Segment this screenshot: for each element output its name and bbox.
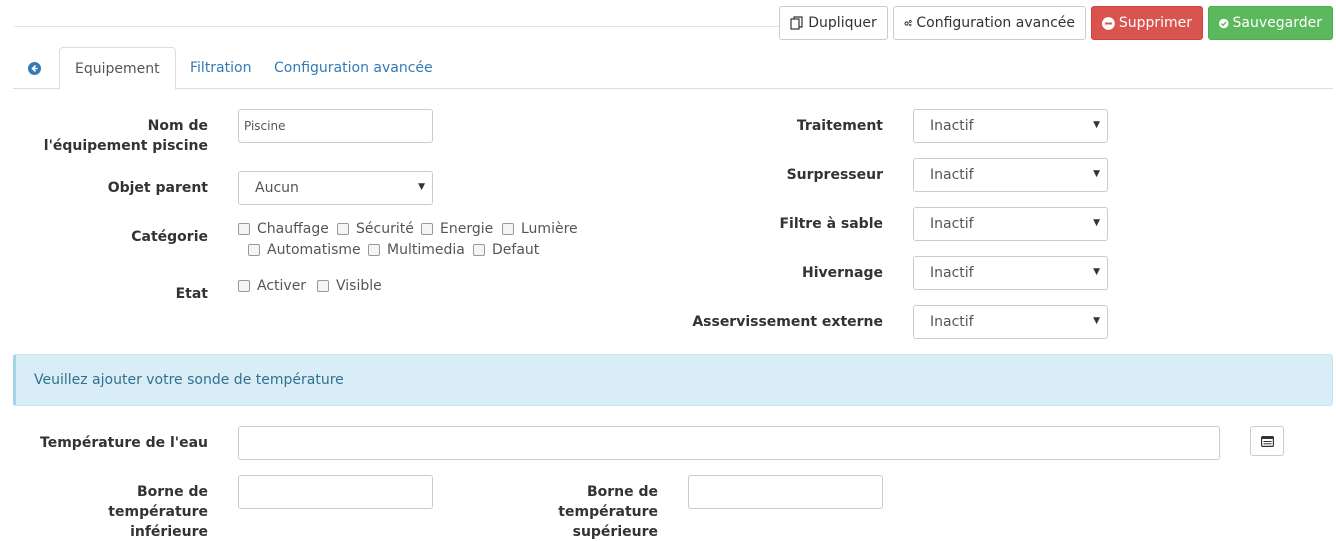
parent-select[interactable]: Aucun ▼ [238, 171, 433, 205]
checkbox-label: Automatisme [267, 242, 361, 258]
option-value: Inactif [930, 216, 974, 232]
option-select-asservissement[interactable]: Inactif ▼ [913, 305, 1108, 339]
tab-bar: Equipement Filtration Configuration avan… [13, 47, 1333, 90]
checkbox[interactable] [248, 244, 260, 256]
caret-down-icon: ▼ [1093, 267, 1100, 277]
name-label: Nom de l'équipement piscine [43, 118, 208, 154]
checkbox-label: Chauffage [257, 221, 329, 237]
checkbox[interactable] [317, 280, 329, 292]
tab-advanced-config-label: Configuration avancée [274, 60, 433, 76]
category-label: Catégorie [131, 229, 208, 245]
delete-button[interactable]: Supprimer [1091, 6, 1203, 40]
option-select-filtre[interactable]: Inactif ▼ [913, 207, 1108, 241]
list-alt-icon [1260, 435, 1274, 447]
option-label-surpresseur: Surpresseur [786, 167, 883, 183]
checkbox[interactable] [368, 244, 380, 256]
option-select-hivernage[interactable]: Inactif ▼ [913, 256, 1108, 290]
tab-equipement[interactable]: Equipement [59, 47, 176, 90]
option-select-traitement[interactable]: Inactif ▼ [913, 109, 1108, 143]
option-label-traitement: Traitement [796, 118, 883, 134]
checkbox-label: Activer [257, 278, 307, 294]
checkbox[interactable] [473, 244, 485, 256]
checkbox-label: Energie [440, 221, 494, 237]
tab-equipement-label: Equipement [75, 60, 160, 77]
back-tab[interactable] [28, 47, 41, 89]
caret-down-icon: ▼ [1093, 120, 1100, 130]
option-select-surpresseur[interactable]: Inactif ▼ [913, 158, 1108, 192]
checkbox[interactable] [421, 223, 433, 235]
water-temperature-label: Température de l'eau [40, 435, 208, 451]
option-label-hivernage: Hivernage [802, 265, 883, 281]
water-temperature-input[interactable] [238, 426, 1220, 460]
checkbox-label: Lumière [521, 221, 578, 237]
copy-icon [790, 16, 803, 30]
option-label-asservissement: Asservissement externe [692, 314, 883, 330]
arrow-circle-left-icon [28, 61, 41, 75]
advanced-config-label: Configuration avancée [916, 15, 1075, 31]
select-command-button[interactable] [1250, 426, 1284, 456]
lower-bound-label: Borne de température inférieure [108, 484, 208, 540]
state-checkbox-activer[interactable]: Activer [238, 278, 306, 294]
category-checkbox-multimedia[interactable]: Multimedia [368, 242, 465, 258]
checkbox-label: Defaut [492, 242, 540, 258]
tab-filtration[interactable]: Filtration [190, 47, 251, 89]
category-checkbox-lumiere[interactable]: Lumière [502, 221, 578, 237]
checkbox[interactable] [502, 223, 514, 235]
header-divider [14, 26, 779, 27]
category-checkbox-chauffage[interactable]: Chauffage [238, 221, 329, 237]
advanced-config-button[interactable]: Configuration avancée [893, 6, 1086, 40]
state-label: Etat [175, 286, 208, 302]
duplicate-label: Dupliquer [808, 15, 877, 31]
lower-bound-input[interactable] [238, 475, 433, 509]
caret-down-icon: ▼ [1093, 218, 1100, 228]
alert-text: Veuillez ajouter votre sonde de températ… [34, 372, 344, 388]
category-checkbox-automatisme[interactable]: Automatisme [248, 242, 361, 258]
option-value: Inactif [930, 118, 974, 134]
category-checkbox-defaut[interactable]: Defaut [473, 242, 539, 258]
state-checkbox-visible[interactable]: Visible [317, 278, 382, 294]
checkbox-label: Visible [336, 278, 382, 294]
upper-bound-input[interactable] [688, 475, 883, 509]
checkbox[interactable] [337, 223, 349, 235]
delete-label: Supprimer [1118, 15, 1192, 31]
checkbox-label: Multimedia [387, 242, 465, 258]
option-value: Inactif [930, 265, 974, 281]
name-input[interactable]: Piscine [238, 109, 433, 143]
check-circle-icon [1219, 18, 1229, 28]
save-label: Sauvegarder [1232, 15, 1322, 31]
category-checkbox-securite[interactable]: Sécurité [337, 221, 414, 237]
tab-advanced-config[interactable]: Configuration avancée [274, 47, 433, 89]
checkbox[interactable] [238, 280, 250, 292]
option-label-filtre: Filtre à sable [779, 216, 883, 232]
checkbox[interactable] [238, 223, 250, 235]
duplicate-button[interactable]: Dupliquer [779, 6, 888, 40]
caret-down-icon: ▼ [1093, 169, 1100, 179]
option-value: Inactif [930, 314, 974, 330]
temperature-alert: Veuillez ajouter votre sonde de températ… [13, 354, 1333, 406]
checkbox-label: Sécurité [356, 221, 414, 237]
upper-bound-label: Borne de température supérieure [558, 484, 658, 540]
save-button[interactable]: Sauvegarder [1208, 6, 1333, 40]
minus-circle-icon [1102, 16, 1115, 30]
tab-filtration-label: Filtration [190, 60, 252, 76]
cogs-icon [904, 19, 912, 27]
caret-down-icon: ▼ [1093, 316, 1100, 326]
caret-down-icon: ▼ [418, 182, 425, 192]
parent-label: Objet parent [107, 180, 208, 196]
category-checkbox-energie[interactable]: Energie [421, 221, 493, 237]
option-value: Inactif [930, 167, 974, 183]
parent-value: Aucun [255, 180, 299, 196]
